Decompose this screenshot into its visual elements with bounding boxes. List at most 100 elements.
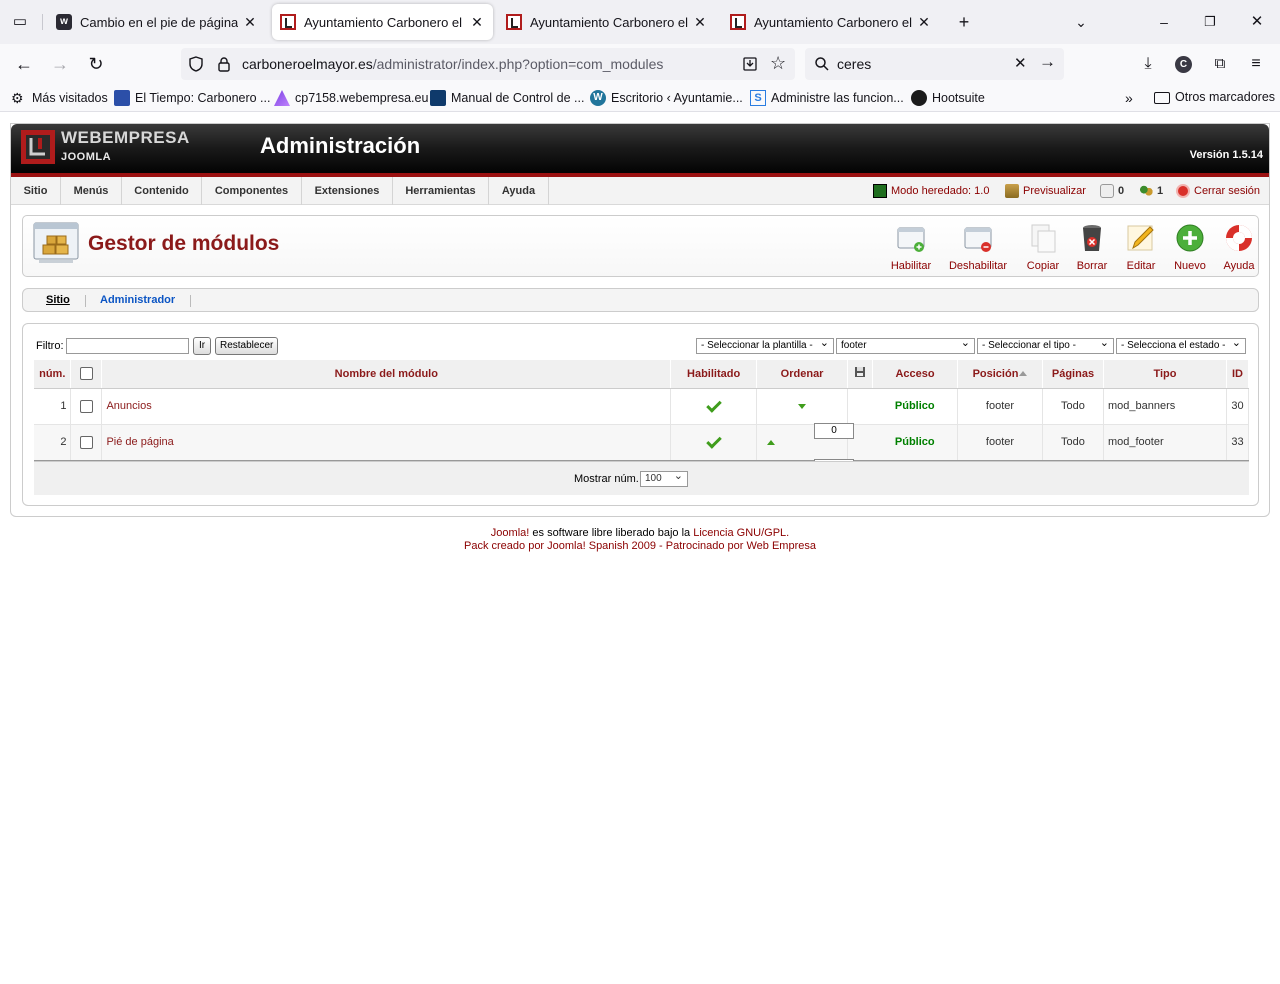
bookmark-admin-functions[interactable]: S Administre las funcion... [750,90,904,106]
admin-header: WEBEMPRESA JOOMLA Administración Versión… [11,124,1269,177]
url-text[interactable]: carboneroelmayor.es/administrator/index.… [242,56,663,72]
select-all-checkbox[interactable] [79,367,93,381]
menu-components[interactable]: Componentes [202,177,302,205]
order-input[interactable]: 0 [814,423,854,439]
search-input[interactable]: ceres [837,56,871,72]
bookmark-hootsuite[interactable]: Hootsuite [911,90,985,106]
submenu-separator [190,295,191,307]
enabled-check-icon[interactable] [705,397,722,413]
bookmark-star-icon[interactable]: ☆ [770,53,786,74]
header-num[interactable]: núm. [34,360,72,389]
messages-count[interactable]: 0 [1100,184,1124,198]
close-tab-icon[interactable]: ✕ [242,14,258,31]
restore-icon[interactable]: ❐ [1198,10,1222,34]
list-tabs-icon[interactable]: ⌄ [1069,10,1093,34]
bookmark-label: El Tiempo: Carbonero ... [135,91,271,105]
help-button[interactable]: Ayuda [1210,222,1268,272]
legacy-mode-status[interactable]: Modo heredado: 1.0 [873,184,989,198]
other-bookmarks[interactable]: Otros marcadores [1154,90,1275,104]
enable-button[interactable]: Habilitar [882,222,940,272]
reset-button[interactable]: Restablecer [215,337,279,355]
close-tab-icon[interactable]: ✕ [469,14,485,31]
row-checkbox-cell [70,424,103,461]
disable-icon [964,227,992,252]
account-avatar-icon[interactable]: C [1175,56,1192,73]
browser-tab-2[interactable]: Ayuntamiento Carbonero el Mayor ✕ [498,4,716,40]
app-menu-icon[interactable]: ≡ [1244,52,1268,76]
submenu-administrator[interactable]: Administrador [100,294,175,306]
position-select[interactable]: footer [836,338,975,354]
clear-search-icon[interactable]: ✕ [1014,54,1027,72]
access-value[interactable]: Público [872,424,959,461]
type-select[interactable]: - Seleccionar el tipo - [977,338,1114,354]
go-search-icon[interactable]: → [1039,52,1056,72]
copyright-line-2: Pack creado por Joomla! Spanish 2009 - P… [464,540,816,552]
header-type[interactable]: Tipo [1103,360,1227,389]
users-online-count[interactable]: 1 [1139,184,1163,198]
menu-menus[interactable]: Menús [61,177,122,205]
page-save-icon[interactable] [742,56,758,72]
close-tab-icon[interactable]: ✕ [692,14,708,31]
bookmark-cpanel[interactable]: cp7158.webempresa.eu [274,90,428,106]
tracking-shield-icon[interactable] [188,56,204,72]
header-id[interactable]: ID [1226,360,1250,389]
menu-tools[interactable]: Herramientas [393,177,489,205]
menu-extensions[interactable]: Extensiones [302,177,393,205]
id-value: 33 [1226,424,1250,461]
filter-input[interactable] [66,338,189,354]
bookmark-wordpress[interactable]: W Escritorio ‹ Ayuntamie... [590,90,743,106]
display-num-select[interactable]: 100 [640,469,688,487]
reload-icon[interactable]: ↻ [84,52,108,76]
close-tab-icon[interactable]: ✕ [916,14,932,31]
more-bookmarks-icon[interactable]: » [1125,90,1133,106]
row-checkbox[interactable] [79,399,93,413]
bookmark-manual[interactable]: Manual de Control de ... [430,90,584,106]
toolbar-panel: Gestor de módulos Habilitar Deshabilitar… [22,215,1259,277]
module-name-link[interactable]: Anuncios [101,388,672,425]
back-icon[interactable]: ← [12,52,36,76]
move-up-icon[interactable] [767,440,776,445]
preview-link[interactable]: Previsualizar [1005,184,1086,198]
search-bar[interactable]: ceres ✕ → [805,48,1064,80]
bookmark-weather[interactable]: El Tiempo: Carbonero ... [114,90,270,106]
header-enabled[interactable]: Habilitado [670,360,758,389]
go-button[interactable]: Ir [193,337,211,355]
template-select[interactable]: - Seleccionar la plantilla - [696,338,834,354]
access-value[interactable]: Público [872,388,959,425]
enabled-cell [670,388,758,425]
row-checkbox[interactable] [79,435,93,449]
header-access[interactable]: Acceso [872,360,959,389]
header-order[interactable]: Ordenar [756,360,849,389]
url-bar[interactable]: carboneroelmayor.es/administrator/index.… [181,48,795,80]
disable-button[interactable]: Deshabilitar [948,222,1008,272]
browser-tab-3[interactable]: Ayuntamiento Carbonero el Mayor ✕ [722,4,940,40]
state-select[interactable]: - Selecciona el estado - [1116,338,1246,354]
header-position[interactable]: Posición [957,360,1043,389]
menu-site[interactable]: Sitio [11,177,61,205]
header-name[interactable]: Nombre del módulo [101,360,672,389]
new-tab-icon[interactable]: + [952,10,976,34]
bookmark-most-visited[interactable]: ⚙ Más visitados [11,90,108,106]
menu-content[interactable]: Contenido [122,177,202,205]
downloads-icon[interactable]: ⤓ [1136,52,1160,76]
forward-icon[interactable]: → [48,52,72,76]
browser-tab-0[interactable]: w Cambio en el pie de página – – ✕ [48,4,266,40]
module-name-link[interactable]: Pié de página [101,424,672,461]
tab-overview-icon[interactable]: ▭ [8,10,32,34]
close-window-icon[interactable]: ✕ [1245,10,1269,34]
submenu-site[interactable]: Sitio [46,294,70,306]
extensions-icon[interactable]: ⧉ [1208,52,1232,76]
save-order-icon[interactable] [854,366,866,378]
license-link[interactable]: Licencia GNU/GPL. [693,527,789,539]
tab-title: Ayuntamiento Carbonero el Mayor [530,14,688,30]
minimize-icon[interactable]: – [1152,10,1176,34]
logout-link[interactable]: Cerrar sesión [1176,184,1260,198]
browser-tab-1[interactable]: Ayuntamiento Carbonero el Mayor ✕ [272,4,493,40]
bookmark-label: Escritorio ‹ Ayuntamie... [611,91,743,105]
enabled-check-icon[interactable] [705,433,722,449]
joomla-link[interactable]: Joomla! [491,527,530,539]
header-pages[interactable]: Páginas [1042,360,1104,389]
lock-icon[interactable] [216,56,232,72]
menu-help[interactable]: Ayuda [489,177,549,205]
move-down-icon[interactable] [798,404,807,409]
